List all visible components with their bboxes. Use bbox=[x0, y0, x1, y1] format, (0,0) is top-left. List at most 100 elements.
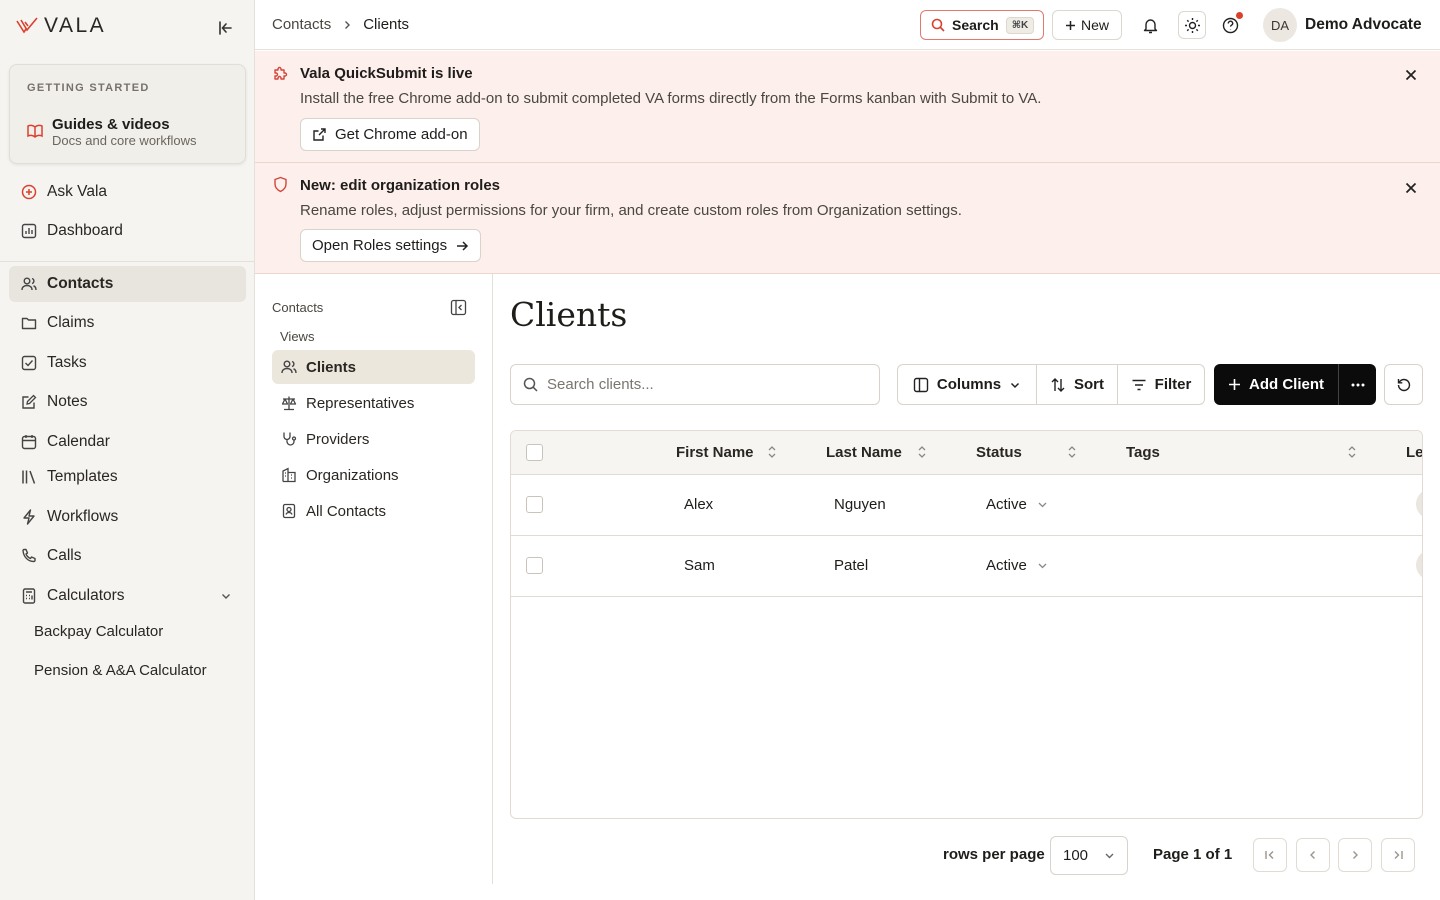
first-page-button[interactable] bbox=[1253, 838, 1287, 872]
sidebar-item-label: Notes bbox=[47, 393, 88, 410]
sidebar-item-calls[interactable]: Calls bbox=[9, 538, 246, 574]
last-page-button[interactable] bbox=[1381, 838, 1415, 872]
user-name[interactable]: Demo Advocate bbox=[1305, 16, 1422, 34]
rows-per-page-select[interactable]: 100 bbox=[1050, 836, 1128, 875]
collapse-sidebar-button[interactable] bbox=[214, 16, 238, 40]
getting-started-card[interactable]: GETTING STARTED Guides & videos Docs and… bbox=[9, 64, 246, 164]
close-icon[interactable] bbox=[1404, 181, 1418, 195]
row-checkbox[interactable] bbox=[526, 557, 543, 574]
help-button[interactable] bbox=[1217, 12, 1243, 38]
sort-icon[interactable] bbox=[916, 445, 928, 459]
users-icon bbox=[21, 277, 37, 291]
sort-icon[interactable] bbox=[1346, 445, 1358, 459]
chevron-down-icon bbox=[1105, 853, 1114, 859]
column-header-truncated[interactable]: Le bbox=[1406, 444, 1422, 461]
column-header-last-name[interactable]: Last Name bbox=[826, 444, 902, 461]
sidebar-item-label: Calendar bbox=[47, 433, 110, 450]
breadcrumb-contacts[interactable]: Contacts bbox=[272, 16, 331, 33]
sidebar-item-ask-vala[interactable]: Ask Vala bbox=[9, 174, 246, 210]
sun-icon bbox=[1184, 17, 1200, 33]
roles-banner: New: edit organization roles Rename role… bbox=[255, 163, 1440, 274]
sort-arrows-icon bbox=[1051, 377, 1065, 392]
sidebar-item-contacts[interactable]: Contacts bbox=[9, 266, 246, 302]
search-label: Search bbox=[952, 17, 999, 33]
vala-logo[interactable]: VALA bbox=[16, 14, 106, 38]
column-header-tags[interactable]: Tags bbox=[1126, 444, 1160, 461]
status-dropdown[interactable]: Active bbox=[986, 496, 1048, 513]
theme-toggle-button[interactable] bbox=[1178, 11, 1206, 39]
subnav-item-representatives[interactable]: Representatives bbox=[272, 386, 475, 420]
breadcrumb-clients: Clients bbox=[363, 16, 410, 33]
page-title: Clients bbox=[510, 295, 628, 334]
plus-circle-icon bbox=[21, 184, 37, 200]
global-search-button[interactable]: Search ⌘K bbox=[920, 10, 1044, 40]
table-row[interactable]: Alex Nguyen Active bbox=[511, 475, 1422, 536]
guides-subtitle: Docs and core workflows bbox=[52, 133, 197, 148]
sort-icon[interactable] bbox=[1066, 445, 1078, 459]
notifications-button[interactable] bbox=[1137, 12, 1163, 38]
open-roles-settings-button[interactable]: Open Roles settings bbox=[300, 229, 482, 262]
cell-last-name: Patel bbox=[834, 557, 869, 574]
shield-icon bbox=[274, 176, 287, 193]
sort-icon[interactable] bbox=[766, 445, 778, 459]
subnav-item-label: Representatives bbox=[306, 394, 415, 412]
status-value: Active bbox=[986, 557, 1027, 574]
avatar[interactable]: DA bbox=[1263, 8, 1297, 42]
column-header-first-name[interactable]: First Name bbox=[676, 444, 754, 461]
status-dropdown[interactable]: Active bbox=[986, 557, 1048, 574]
checkbox-icon bbox=[21, 355, 37, 371]
subnav-item-label: Providers bbox=[306, 430, 370, 448]
previous-page-button[interactable] bbox=[1296, 838, 1330, 872]
row-action-button[interactable] bbox=[1416, 550, 1422, 580]
add-client-label: Add Client bbox=[1249, 376, 1324, 393]
table-row[interactable]: Sam Patel Active bbox=[511, 536, 1422, 597]
columns-button[interactable]: Columns bbox=[898, 365, 1037, 404]
sidebar-item-label: Templates bbox=[47, 468, 118, 485]
subnav-item-clients[interactable]: Clients bbox=[272, 350, 475, 384]
sidebar-item-calculators[interactable]: Calculators bbox=[9, 578, 246, 614]
note-icon bbox=[22, 394, 37, 409]
more-actions-button[interactable] bbox=[1338, 364, 1376, 405]
stethoscope-icon bbox=[283, 432, 297, 446]
subnav-item-organizations[interactable]: Organizations bbox=[272, 458, 475, 492]
sidebar-item-templates[interactable]: Templates bbox=[9, 459, 246, 495]
chevron-down-icon bbox=[1038, 502, 1047, 508]
bell-icon bbox=[1143, 18, 1157, 33]
reset-button[interactable] bbox=[1384, 364, 1423, 405]
phone-icon bbox=[22, 548, 36, 563]
sidebar-item-workflows[interactable]: Workflows bbox=[9, 499, 246, 535]
columns-label: Columns bbox=[936, 376, 1002, 393]
column-header-status[interactable]: Status bbox=[976, 444, 1022, 461]
clients-table: First Name Last Name Status Tags Le Alex… bbox=[510, 430, 1423, 819]
subnav-item-providers[interactable]: Providers bbox=[272, 422, 475, 456]
close-icon[interactable] bbox=[1404, 68, 1418, 82]
sidebar-item-calendar[interactable]: Calendar bbox=[9, 424, 246, 460]
client-search[interactable] bbox=[510, 364, 880, 405]
guides-videos-link[interactable]: Guides & videos Docs and core workflows bbox=[26, 116, 197, 148]
new-button[interactable]: New bbox=[1052, 10, 1122, 40]
sidebar-item-pension-calculator[interactable]: Pension & A&A Calculator bbox=[34, 662, 207, 679]
row-checkbox[interactable] bbox=[526, 496, 543, 513]
sidebar-item-label: Calculators bbox=[47, 587, 125, 604]
sort-button[interactable]: Sort bbox=[1037, 365, 1118, 404]
sidebar-item-dashboard[interactable]: Dashboard bbox=[9, 213, 246, 249]
brand-name: VALA bbox=[44, 14, 107, 37]
cell-last-name: Nguyen bbox=[834, 496, 886, 513]
get-chrome-addon-button[interactable]: Get Chrome add-on bbox=[300, 118, 480, 151]
panel-collapse-icon[interactable] bbox=[450, 299, 467, 316]
sidebar-item-backpay-calculator[interactable]: Backpay Calculator bbox=[34, 623, 163, 640]
filter-button[interactable]: Filter bbox=[1118, 365, 1204, 404]
subnav-title: Contacts bbox=[272, 300, 324, 315]
next-page-button[interactable] bbox=[1338, 838, 1372, 872]
subnav-item-all-contacts[interactable]: All Contacts bbox=[272, 494, 475, 528]
row-action-button[interactable] bbox=[1416, 489, 1422, 519]
scale-icon bbox=[281, 396, 297, 411]
select-all-checkbox[interactable] bbox=[526, 444, 543, 461]
sidebar-item-notes[interactable]: Notes bbox=[9, 384, 246, 420]
search-clients-input[interactable] bbox=[547, 376, 847, 393]
external-link-icon bbox=[313, 128, 326, 141]
sidebar-item-tasks[interactable]: Tasks bbox=[9, 345, 246, 381]
sidebar-item-claims[interactable]: Claims bbox=[9, 305, 246, 341]
add-client-button[interactable]: Add Client bbox=[1214, 364, 1338, 405]
building-icon bbox=[282, 467, 296, 483]
